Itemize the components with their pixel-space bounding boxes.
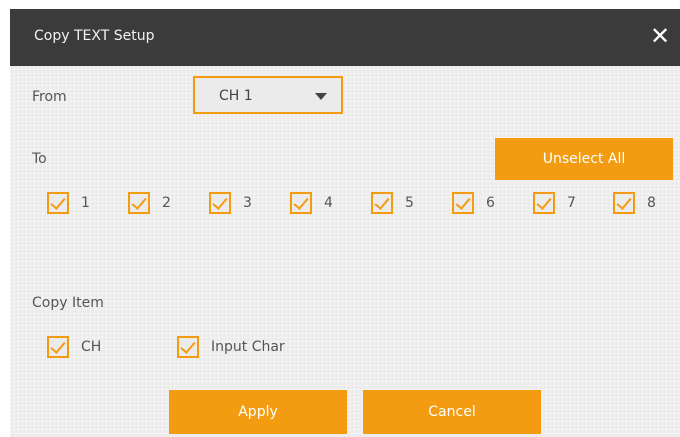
check-icon bbox=[50, 338, 66, 354]
chevron-down-icon bbox=[315, 93, 327, 100]
from-label: From bbox=[32, 89, 67, 105]
channel-label: 7 bbox=[567, 195, 576, 211]
channel-label: 4 bbox=[324, 195, 333, 211]
cancel-button[interactable]: Cancel bbox=[363, 390, 541, 434]
from-channel-select[interactable]: CH 1 bbox=[193, 76, 343, 114]
channel-label: 2 bbox=[162, 195, 171, 211]
check-icon bbox=[50, 194, 66, 210]
check-icon bbox=[455, 194, 471, 210]
channel-label: 5 bbox=[405, 195, 414, 211]
apply-button[interactable]: Apply bbox=[169, 390, 347, 434]
check-icon bbox=[536, 194, 552, 210]
checkbox[interactable] bbox=[47, 192, 69, 214]
checkbox[interactable] bbox=[452, 192, 474, 214]
checkbox[interactable] bbox=[47, 336, 69, 358]
checkbox[interactable] bbox=[533, 192, 555, 214]
channel-label: 3 bbox=[243, 195, 252, 211]
title-bar: Copy TEXT Setup ✕ bbox=[10, 9, 680, 66]
check-icon bbox=[293, 194, 309, 210]
check-icon bbox=[180, 338, 196, 354]
checkbox[interactable] bbox=[209, 192, 231, 214]
check-icon bbox=[616, 194, 632, 210]
to-label: To bbox=[32, 151, 47, 167]
checkbox[interactable] bbox=[371, 192, 393, 214]
checkbox[interactable] bbox=[290, 192, 312, 214]
check-icon bbox=[131, 194, 147, 210]
copy-text-setup-dialog: Copy TEXT Setup ✕ From CH 1 To Unselect … bbox=[10, 9, 680, 437]
unselect-all-button[interactable]: Unselect All bbox=[495, 138, 673, 180]
check-icon bbox=[374, 194, 390, 210]
checkbox[interactable] bbox=[613, 192, 635, 214]
from-selected-value: CH 1 bbox=[219, 88, 253, 104]
dialog-title: Copy TEXT Setup bbox=[34, 28, 155, 44]
copy-item-label-input-char: Input Char bbox=[211, 339, 285, 355]
copy-item-label-ch: CH bbox=[81, 339, 102, 355]
channel-label: 8 bbox=[647, 195, 656, 211]
channel-label: 1 bbox=[81, 195, 90, 211]
close-icon[interactable]: ✕ bbox=[646, 22, 674, 50]
checkbox[interactable] bbox=[177, 336, 199, 358]
copy-item-label: Copy Item bbox=[32, 295, 104, 311]
channel-label: 6 bbox=[486, 195, 495, 211]
check-icon bbox=[212, 194, 228, 210]
checkbox[interactable] bbox=[128, 192, 150, 214]
